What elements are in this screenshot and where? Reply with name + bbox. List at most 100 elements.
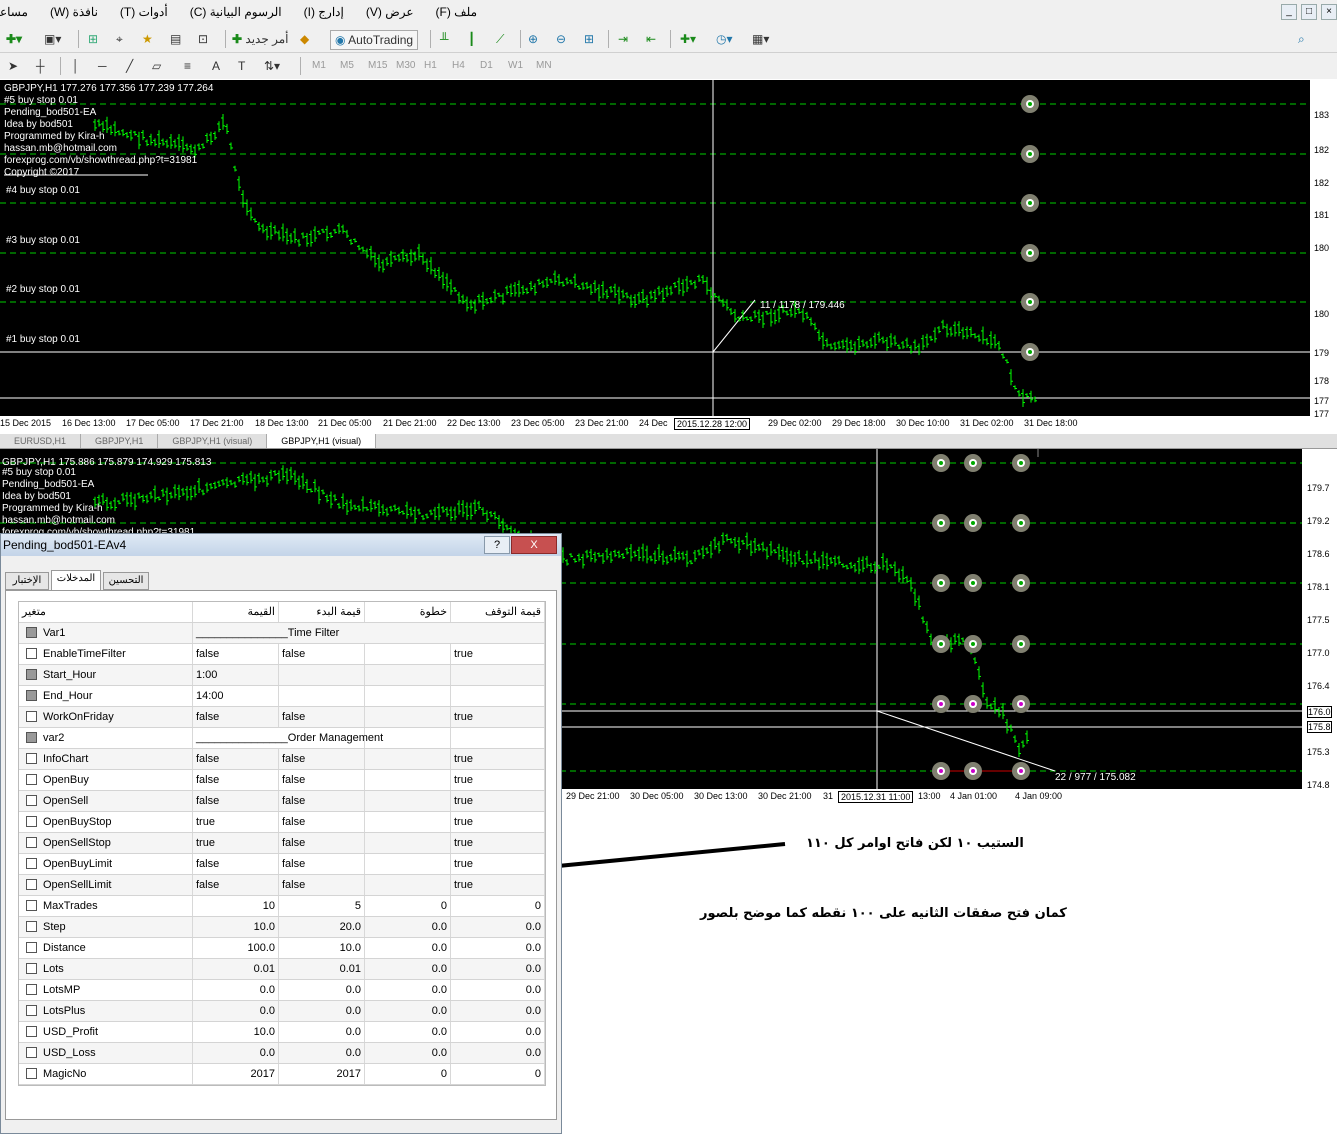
param-name-cell[interactable]: var2 [19, 728, 193, 748]
param-checkbox[interactable] [26, 941, 37, 953]
table-row[interactable]: Lots 0.01 0.01 0.0 0.0 [19, 959, 545, 980]
param-stop[interactable]: 0.0 [451, 1043, 545, 1063]
param-value[interactable]: 10.0 [193, 1022, 279, 1042]
param-step[interactable] [365, 770, 451, 790]
param-checkbox[interactable] [26, 647, 37, 659]
param-value[interactable]: 10 [193, 896, 279, 916]
param-checkbox[interactable] [26, 773, 37, 785]
param-step[interactable] [365, 686, 451, 706]
param-stop[interactable]: 0.0 [451, 980, 545, 1000]
param-start[interactable]: 5 [279, 896, 365, 916]
param-name-cell[interactable]: OpenSellLimit [19, 875, 193, 895]
param-stop[interactable]: 0.0 [451, 1001, 545, 1021]
param-stop[interactable] [451, 686, 545, 706]
param-name-cell[interactable]: End_Hour [19, 686, 193, 706]
param-value[interactable]: true [193, 812, 279, 832]
param-start[interactable]: false [279, 707, 365, 727]
param-name-cell[interactable]: MagicNo [19, 1064, 193, 1084]
param-value[interactable]: false [193, 770, 279, 790]
param-name-cell[interactable]: OpenBuyStop [19, 812, 193, 832]
param-value[interactable]: 100.0 [193, 938, 279, 958]
param-checkbox[interactable] [26, 668, 37, 680]
param-name-cell[interactable]: OpenBuy [19, 770, 193, 790]
param-checkbox[interactable] [26, 878, 37, 890]
param-start[interactable]: 10.0 [279, 938, 365, 958]
table-row[interactable]: Distance 100.0 10.0 0.0 0.0 [19, 938, 545, 959]
param-start[interactable]: false [279, 791, 365, 811]
table-row[interactable]: var2 _______________Order Management [19, 728, 545, 749]
param-stop[interactable]: 0.0 [451, 938, 545, 958]
param-start[interactable]: 0.0 [279, 1043, 365, 1063]
param-value[interactable]: _______________Order Management [193, 728, 543, 748]
param-value[interactable]: 2017 [193, 1064, 279, 1084]
param-stop[interactable]: 0.0 [451, 959, 545, 979]
param-checkbox[interactable] [26, 794, 37, 806]
param-checkbox[interactable] [26, 857, 37, 869]
param-checkbox[interactable] [26, 752, 37, 764]
table-row[interactable]: OpenBuy false false true [19, 770, 545, 791]
param-stop[interactable]: true [451, 791, 545, 811]
table-row[interactable]: USD_Loss 0.0 0.0 0.0 0.0 [19, 1043, 545, 1064]
param-name-cell[interactable]: WorkOnFriday [19, 707, 193, 727]
param-step[interactable]: 0.0 [365, 1001, 451, 1021]
param-step[interactable]: 0.0 [365, 1022, 451, 1042]
param-start[interactable]: false [279, 875, 365, 895]
col-start[interactable]: قيمة البدء [279, 602, 365, 622]
param-name-cell[interactable]: OpenSell [19, 791, 193, 811]
param-stop[interactable]: true [451, 770, 545, 790]
table-row[interactable]: Start_Hour 1:00 [19, 665, 545, 686]
param-start[interactable]: false [279, 833, 365, 853]
table-row[interactable]: MaxTrades 10 5 0 0 [19, 896, 545, 917]
table-row[interactable]: MagicNo 2017 2017 0 0 [19, 1064, 545, 1085]
param-start[interactable]: 20.0 [279, 917, 365, 937]
param-value[interactable]: 0.0 [193, 1043, 279, 1063]
param-step[interactable]: 0 [365, 1064, 451, 1084]
col-value[interactable]: القيمة [193, 602, 279, 622]
param-step[interactable]: 0.0 [365, 980, 451, 1000]
param-stop[interactable]: true [451, 812, 545, 832]
table-row[interactable]: USD_Profit 10.0 0.0 0.0 0.0 [19, 1022, 545, 1043]
param-step[interactable]: 0.0 [365, 917, 451, 937]
param-checkbox[interactable] [26, 1067, 37, 1079]
param-value[interactable]: false [193, 644, 279, 664]
param-checkbox[interactable] [26, 920, 37, 932]
param-stop[interactable]: true [451, 707, 545, 727]
table-row[interactable]: End_Hour 14:00 [19, 686, 545, 707]
param-start[interactable]: 0.0 [279, 1001, 365, 1021]
param-stop[interactable]: 0.0 [451, 917, 545, 937]
param-value[interactable]: 1:00 [193, 665, 279, 685]
param-checkbox[interactable] [26, 962, 37, 974]
param-value[interactable]: false [193, 854, 279, 874]
param-start[interactable]: 0.01 [279, 959, 365, 979]
param-value[interactable]: 0.01 [193, 959, 279, 979]
param-name-cell[interactable]: Step [19, 917, 193, 937]
param-name-cell[interactable]: InfoChart [19, 749, 193, 769]
tab-optimization[interactable]: التحسين [103, 572, 149, 590]
param-step[interactable]: 0.0 [365, 959, 451, 979]
tab-inputs[interactable]: المدخلات [51, 570, 101, 590]
param-checkbox[interactable] [26, 899, 37, 911]
param-step[interactable] [365, 812, 451, 832]
table-row[interactable]: OpenSell false false true [19, 791, 545, 812]
col-variable[interactable]: متغير [19, 602, 193, 622]
param-name-cell[interactable]: OpenSellStop [19, 833, 193, 853]
param-name-cell[interactable]: Distance [19, 938, 193, 958]
param-checkbox[interactable] [26, 1004, 37, 1016]
param-step[interactable] [365, 833, 451, 853]
param-name-cell[interactable]: EnableTimeFilter [19, 644, 193, 664]
param-value[interactable]: 0.0 [193, 1001, 279, 1021]
param-checkbox[interactable] [26, 1046, 37, 1058]
param-name-cell[interactable]: LotsPlus [19, 1001, 193, 1021]
param-value[interactable]: 0.0 [193, 980, 279, 1000]
param-stop[interactable]: true [451, 854, 545, 874]
param-start[interactable]: false [279, 770, 365, 790]
param-stop[interactable]: 0 [451, 896, 545, 916]
param-step[interactable] [365, 791, 451, 811]
dialog-titlebar[interactable]: Pending_bod501-EAv4 ? X [1, 534, 561, 556]
help-button[interactable]: ? [484, 536, 510, 554]
table-row[interactable]: InfoChart false false true [19, 749, 545, 770]
table-row[interactable]: LotsPlus 0.0 0.0 0.0 0.0 [19, 1001, 545, 1022]
param-step[interactable] [365, 749, 451, 769]
param-stop[interactable]: 0.0 [451, 1022, 545, 1042]
param-value[interactable]: false [193, 749, 279, 769]
